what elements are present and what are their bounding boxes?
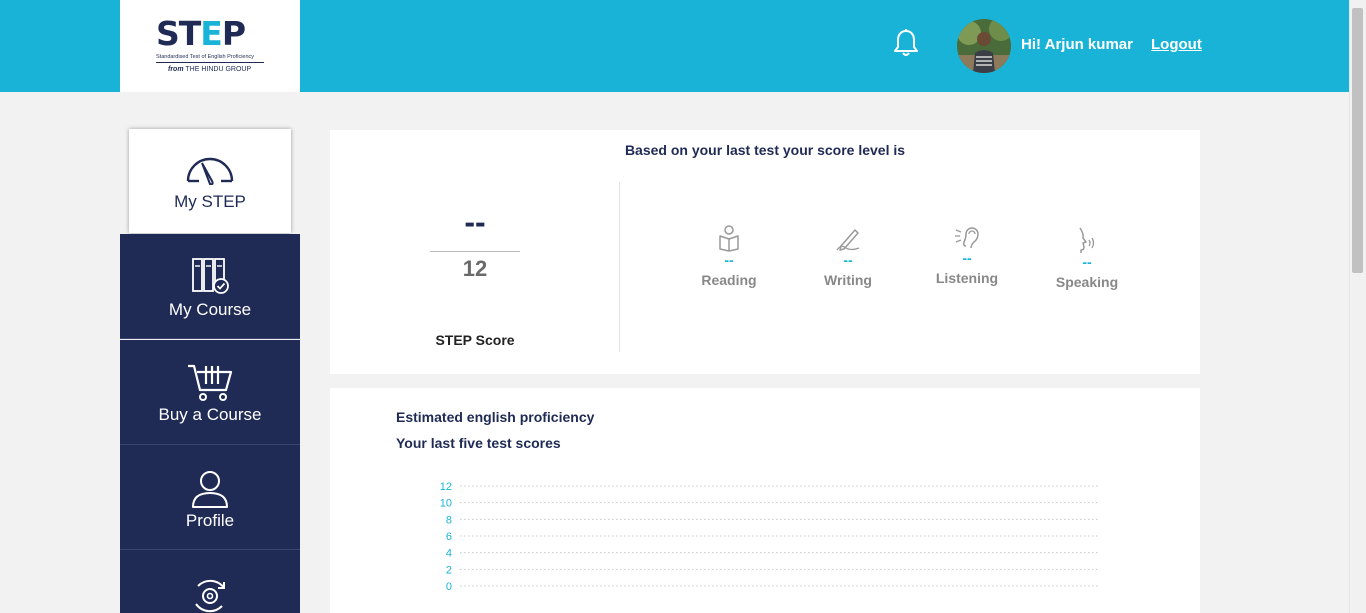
y-tick-label: 6 [446, 531, 452, 543]
skill-writing: -- Writing [803, 224, 893, 288]
reading-icon [719, 225, 739, 252]
sidebar-item-my-course[interactable]: My Course [120, 234, 300, 339]
divider [619, 182, 620, 352]
sidebar-item-profile[interactable]: Profile [120, 445, 300, 550]
settings-cycle-icon [195, 579, 225, 613]
speaking-icon [1079, 227, 1095, 253]
writing-score: -- [843, 252, 853, 268]
user-greeting: Hi! Arjun kumar [1021, 36, 1133, 53]
speedometer-icon [186, 157, 234, 185]
skill-reading: -- Reading [684, 224, 774, 288]
step-score-label: STEP Score [435, 332, 515, 348]
logo-group: from THE HINDU GROUP [168, 66, 252, 73]
listening-label: Listening [935, 270, 999, 286]
sidebar-item-label: My STEP [174, 192, 246, 211]
page-scrollbar[interactable] [1349, 0, 1366, 613]
score-fraction-line [430, 251, 520, 252]
books-check-icon [192, 258, 229, 294]
scores-line-chart: 12 10 8 6 4 2 0 [440, 481, 1100, 593]
avatar[interactable] [957, 19, 1011, 73]
sidebar-item-buy-course[interactable]: Buy a Course [120, 340, 300, 445]
scrollbar-thumb[interactable] [1352, 8, 1363, 273]
logo-tagline: Standardised Test of English Proficiency [156, 54, 255, 60]
proficiency-card: Estimated english proficiency Your last … [330, 388, 1200, 613]
step-score-value: -- [464, 204, 486, 240]
y-tick-label: 8 [446, 514, 452, 526]
skill-listening: -- Listening [922, 222, 1012, 286]
sidebar-item-label: Buy a Course [158, 405, 262, 424]
sidebar-item-label: My Course [168, 300, 252, 319]
sidebar-item-settings[interactable] [120, 550, 300, 613]
logout-link[interactable]: Logout [1151, 36, 1202, 53]
y-tick-label: 0 [446, 581, 452, 593]
step-logo[interactable]: STEP Standardised Test of English Profic… [120, 0, 300, 92]
y-tick-label: 2 [446, 564, 452, 576]
step-score-max: 12 [462, 256, 488, 281]
writing-label: Writing [824, 272, 872, 288]
logo-divider [156, 62, 264, 63]
proficiency-title: Estimated english proficiency [396, 409, 595, 425]
y-tick-label: 12 [440, 481, 452, 493]
bell-icon[interactable] [893, 28, 919, 58]
cart-icon [188, 364, 233, 401]
score-card-heading: Based on your last test your score level… [624, 142, 906, 158]
y-tick-label: 4 [446, 548, 452, 560]
sidebar-item-my-step[interactable]: My STEP [129, 129, 291, 233]
listening-icon [955, 227, 979, 249]
speaking-label: Speaking [1055, 274, 1119, 290]
score-card: Based on your last test your score level… [330, 130, 1200, 374]
person-icon [192, 471, 228, 508]
listening-score: -- [962, 250, 972, 266]
top-bar: STEP Standardised Test of English Profic… [0, 0, 1349, 92]
skill-speaking: -- Speaking [1042, 226, 1132, 290]
sidebar-item-label: Profile [185, 511, 235, 530]
speaking-score: -- [1082, 254, 1092, 270]
reading-score: -- [724, 252, 734, 268]
logo-wordmark: STEP [156, 14, 246, 53]
reading-label: Reading [701, 272, 757, 288]
writing-icon [836, 229, 860, 251]
proficiency-subtitle: Your last five test scores [396, 435, 561, 451]
y-tick-label: 10 [440, 498, 452, 510]
